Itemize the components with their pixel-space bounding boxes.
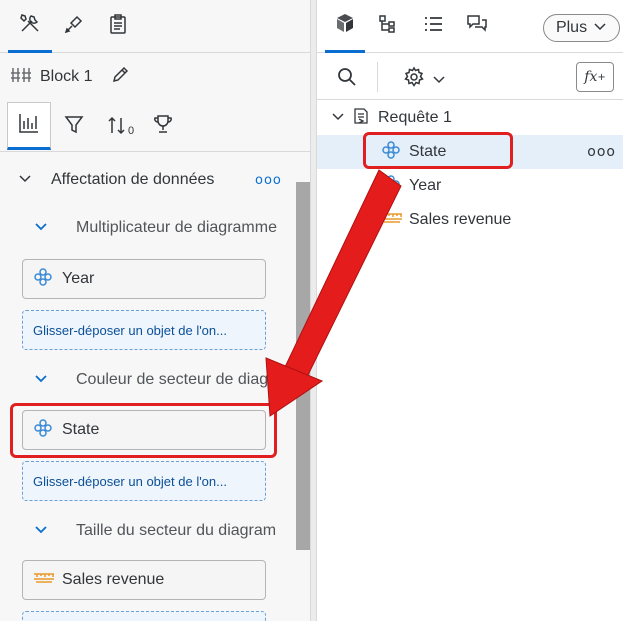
more-icon[interactable]: ooo [587, 144, 616, 160]
drop-zone[interactable]: Glisser-déposer un objet de l'on... [22, 310, 266, 350]
list-icon [422, 13, 444, 40]
chevron-down-icon [331, 109, 345, 127]
chevron-down-icon [34, 522, 48, 540]
tab-filter[interactable] [52, 102, 96, 150]
dimension-icon [33, 418, 53, 443]
subsection-title: Taille du secteur du diagramme [76, 522, 277, 539]
tab-hierarchy[interactable] [368, 0, 408, 53]
gear-icon [403, 66, 425, 93]
scrollbar[interactable] [296, 182, 310, 550]
drop-zone-partial[interactable] [22, 611, 266, 621]
object-label: Year [62, 270, 95, 287]
object-chip-year[interactable]: Year [22, 259, 266, 299]
search-icon[interactable] [337, 67, 357, 92]
subsection-chart-multiplier[interactable]: Multiplicateur de diagramme [34, 215, 277, 241]
plus-menu-button[interactable]: Plus [543, 14, 620, 42]
left-top-tabs [0, 0, 310, 53]
comments-icon [466, 13, 488, 40]
chevron-down-icon [34, 371, 48, 389]
tree-item-label: Year [409, 177, 442, 194]
divider [377, 62, 378, 92]
subsection-sector-size[interactable]: Taille du secteur du diagramme [34, 518, 277, 544]
subsection-title: Couleur de secteur de diagramme [76, 371, 277, 388]
settings-menu[interactable] [403, 66, 445, 93]
fx-plus: + [597, 71, 606, 83]
chevron-down-icon [34, 219, 48, 237]
query-label: Requête 1 [378, 109, 452, 126]
tab-data-assignment[interactable] [7, 102, 51, 150]
plus-label: Plus [555, 19, 588, 36]
object-chip-sales-revenue[interactable]: Sales revenue [22, 560, 266, 600]
formula-button[interactable]: fx + [576, 62, 614, 92]
block-row: Block 1 [0, 54, 310, 100]
format-brush-icon [62, 12, 86, 41]
section-title: Affectation de données [51, 171, 215, 188]
tools-icon [18, 11, 42, 40]
tab-ranking[interactable] [141, 102, 185, 150]
measure-icon [33, 570, 55, 591]
right-tabs: Plus [317, 0, 623, 53]
right-panel: Plus fx + Requête 1 State ooo Year Sales… [316, 0, 623, 621]
tree-item-state[interactable]: State ooo [317, 135, 623, 169]
object-label: State [62, 421, 100, 438]
subsection-title: Multiplicateur de diagramme [76, 219, 277, 236]
dimension-icon [381, 140, 401, 165]
block-table-icon [10, 66, 32, 89]
measure-icon [381, 210, 403, 231]
filter-icon [63, 113, 85, 140]
tab-sort[interactable]: 0 [98, 102, 142, 150]
dimension-icon [33, 267, 53, 292]
sort-icon: 0 [106, 115, 134, 137]
chevron-down-icon [18, 171, 32, 189]
chevron-down-icon [433, 71, 445, 89]
more-icon[interactable]: ooo [255, 173, 282, 188]
tree-item-sales-revenue[interactable]: Sales revenue [317, 203, 623, 237]
dimension-icon [381, 174, 401, 199]
sort-subscript: 0 [127, 125, 135, 137]
tree-query[interactable]: Requête 1 [317, 101, 623, 135]
tab-document[interactable] [96, 0, 140, 53]
section-data-assignment[interactable]: Affectation de données ooo [18, 167, 293, 193]
block-title: Block 1 [40, 68, 93, 85]
tree-item-year[interactable]: Year [317, 169, 623, 203]
trophy-icon [152, 113, 174, 140]
tab-build[interactable] [8, 0, 52, 53]
splitter-grip-icon[interactable]: · · · [312, 340, 315, 362]
tab-list[interactable] [413, 0, 453, 53]
subsection-sector-color[interactable]: Couleur de secteur de diagramme [34, 367, 277, 393]
tree-item-label: State [409, 143, 447, 160]
hierarchy-icon [377, 13, 399, 40]
drop-zone[interactable]: Glisser-déposer un objet de l'on... [22, 461, 266, 501]
chart-builder-icon [17, 111, 41, 140]
cube-icon [334, 12, 356, 39]
object-chip-state[interactable]: State [22, 410, 266, 450]
clipboard-icon [106, 12, 130, 41]
fx-label: fx [584, 69, 598, 85]
left-panel: Block 1 0 Affectation de données ooo Mul… [0, 0, 311, 621]
object-label: Sales revenue [62, 571, 165, 588]
tab-format[interactable] [52, 0, 96, 53]
right-toolbar: fx + [317, 54, 623, 100]
tab-comments[interactable] [457, 0, 497, 53]
chevron-down-icon [593, 19, 607, 37]
tab-objects[interactable] [325, 0, 365, 53]
query-icon [352, 107, 370, 130]
left-sub-tabs: 0 [0, 100, 310, 152]
tree-item-label: Sales revenue [409, 211, 512, 228]
edit-icon[interactable] [110, 65, 130, 90]
